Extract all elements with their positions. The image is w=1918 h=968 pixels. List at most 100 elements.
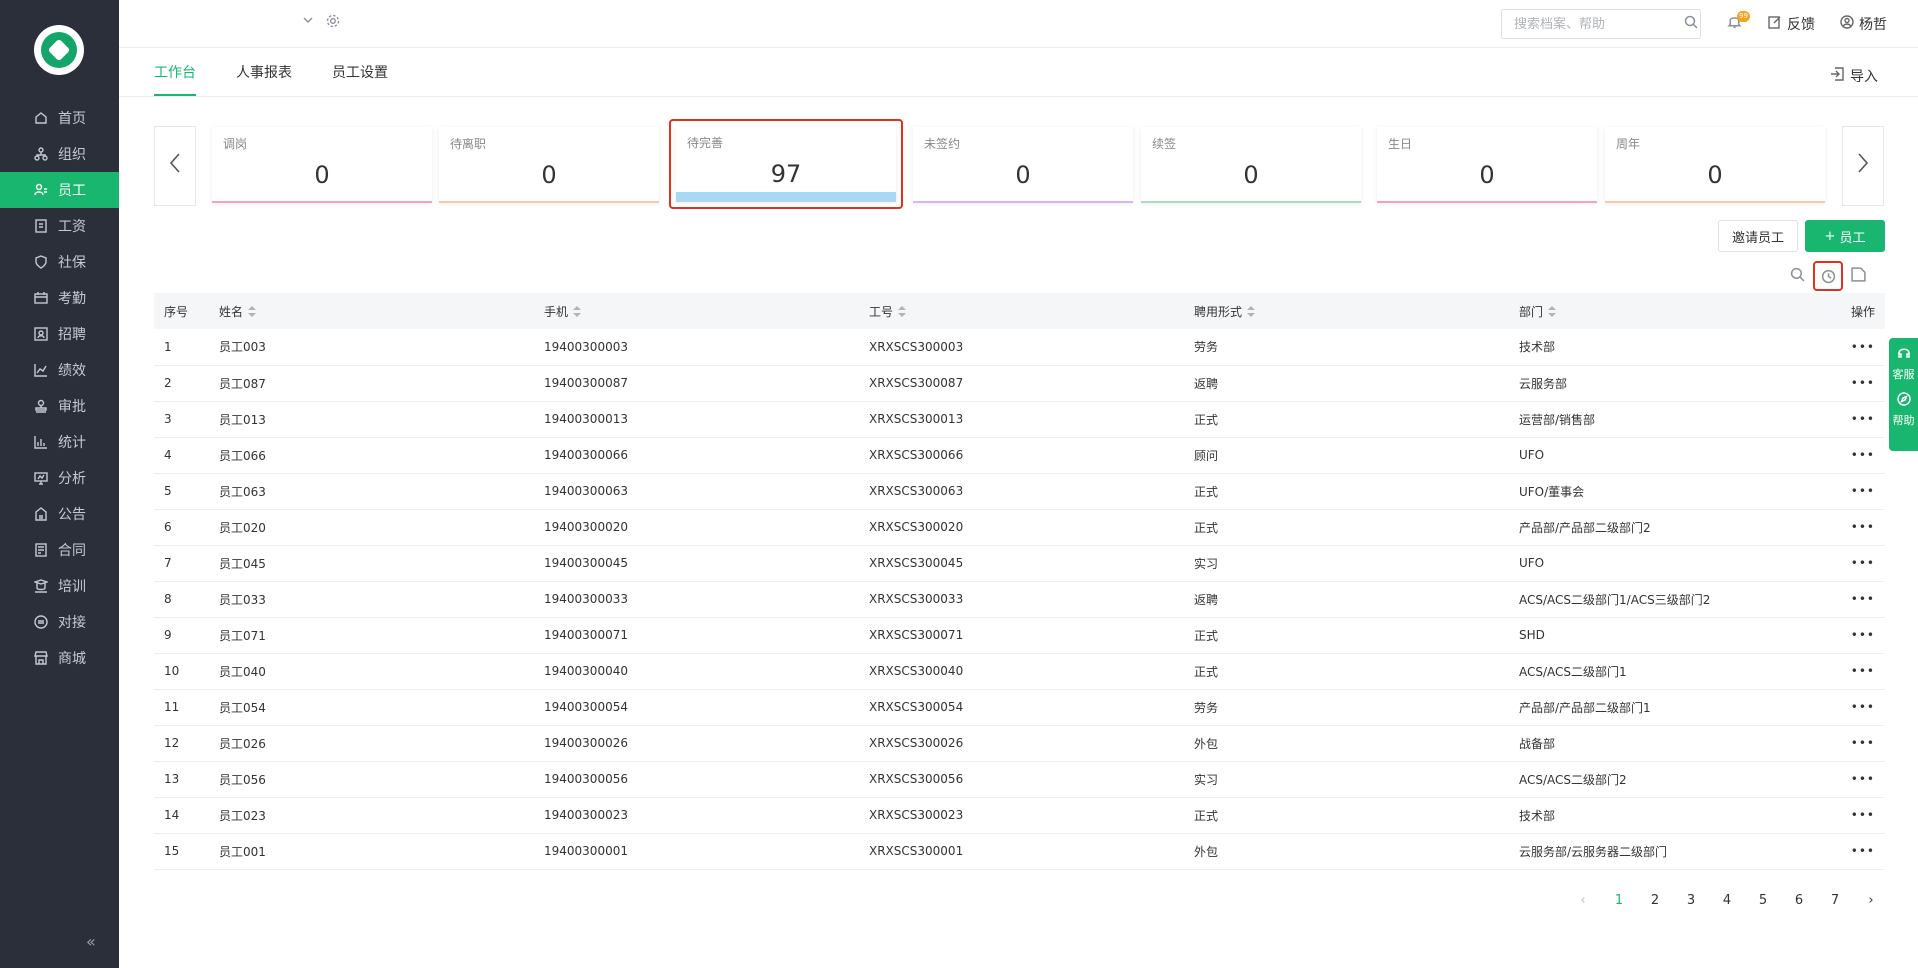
- tab-hr-report[interactable]: 人事报表: [236, 48, 292, 96]
- page-7[interactable]: 7: [1817, 893, 1853, 908]
- prev-page-button[interactable]: ‹: [1565, 893, 1601, 908]
- card-inner: 待完善 97: [676, 126, 896, 202]
- sidebar-item-performance[interactable]: 绩效: [0, 352, 119, 388]
- sidebar-item-integration[interactable]: 对接: [0, 604, 119, 640]
- search-input[interactable]: [1514, 16, 1684, 32]
- company-switcher[interactable]: [302, 14, 340, 32]
- feedback-button[interactable]: 反馈: [1768, 14, 1815, 34]
- row-more-button[interactable]: •••: [1829, 401, 1885, 438]
- sidebar-item-statistics[interactable]: 统计: [0, 424, 119, 460]
- stat-card-incomplete[interactable]: 待完善 97: [669, 119, 903, 209]
- table-row[interactable]: 13 员工056 19400300056 XRXSCS300056 实习 ACS/ACS二…: [154, 761, 1885, 798]
- page-5[interactable]: 5: [1745, 893, 1781, 908]
- col-phone[interactable]: 手机: [534, 293, 859, 329]
- sort-icon[interactable]: [1247, 306, 1256, 318]
- row-more-button[interactable]: •••: [1829, 509, 1885, 546]
- table-row[interactable]: 3 员工013 19400300013 XRXSCS300013 正式 运营部/销售部 ••…: [154, 401, 1885, 438]
- collapse-sidebar-icon[interactable]: «: [86, 932, 96, 951]
- sidebar-item-employee[interactable]: 员工: [0, 172, 119, 208]
- table-row[interactable]: 14 员工023 19400300023 XRXSCS300023 正式 技术部 •••: [154, 797, 1885, 834]
- page-6[interactable]: 6: [1781, 893, 1817, 908]
- table-row[interactable]: 1 员工003 19400300003 XRXSCS300003 劳务 技术部 •••: [154, 329, 1885, 366]
- export-icon[interactable]: [1851, 266, 1866, 286]
- row-more-button[interactable]: •••: [1829, 365, 1885, 402]
- table-row[interactable]: 15 员工001 19400300001 XRXSCS300001 外包 云服务部/云服务…: [154, 833, 1885, 870]
- add-employee-button[interactable]: + 员工: [1805, 220, 1885, 252]
- sidebar-item-contract[interactable]: 合同: [0, 532, 119, 568]
- row-more-button[interactable]: •••: [1829, 581, 1885, 618]
- chevron-down-icon[interactable]: [302, 14, 314, 32]
- sidebar-item-training[interactable]: 培训: [0, 568, 119, 604]
- page-2[interactable]: 2: [1637, 893, 1673, 908]
- tab-workbench[interactable]: 工作台: [154, 48, 196, 96]
- sidebar-item-analysis[interactable]: 分析: [0, 460, 119, 496]
- page-4[interactable]: 4: [1709, 893, 1745, 908]
- table-row[interactable]: 5 员工063 19400300063 XRXSCS300063 正式 UFO/董事会 ••…: [154, 473, 1885, 510]
- col-name[interactable]: 姓名: [209, 293, 534, 329]
- row-more-button[interactable]: •••: [1829, 653, 1885, 690]
- stat-card-anniversary[interactable]: 周年 0: [1605, 127, 1825, 203]
- cell-phone: 19400300023: [534, 797, 859, 834]
- sidebar-item-notice[interactable]: 公告: [0, 496, 119, 532]
- table-row[interactable]: 6 员工020 19400300020 XRXSCS300020 正式 产品部/产品部二级…: [154, 509, 1885, 546]
- cards-prev-button[interactable]: [154, 126, 196, 206]
- table-row[interactable]: 2 员工087 19400300087 XRXSCS300087 返聘 云服务部 •••: [154, 365, 1885, 402]
- sidebar-item-org[interactable]: 组织: [0, 136, 119, 172]
- next-page-button[interactable]: ›: [1853, 893, 1889, 908]
- search-box[interactable]: [1501, 9, 1701, 39]
- row-more-button[interactable]: •••: [1829, 617, 1885, 654]
- sidebar-item-social[interactable]: 社保: [0, 244, 119, 280]
- sidebar-item-salary[interactable]: 工资: [0, 208, 119, 244]
- sort-icon[interactable]: [898, 306, 907, 318]
- row-more-button[interactable]: •••: [1829, 689, 1885, 726]
- sort-icon[interactable]: [248, 306, 257, 318]
- gear-icon[interactable]: [326, 14, 340, 32]
- sort-icon[interactable]: [573, 306, 582, 318]
- col-employee-id[interactable]: 工号: [859, 293, 1184, 329]
- table-row[interactable]: 11 员工054 19400300054 XRXSCS300054 劳务 产品部/产品部二…: [154, 689, 1885, 726]
- row-more-button[interactable]: •••: [1829, 797, 1885, 834]
- stat-card-pending-leave[interactable]: 待离职 0: [439, 127, 659, 203]
- table-row[interactable]: 9 员工071 19400300071 XRXSCS300071 正式 SHD •••: [154, 617, 1885, 654]
- user-menu[interactable]: 杨哲: [1840, 14, 1887, 34]
- col-department[interactable]: 部门: [1509, 293, 1829, 329]
- row-more-button[interactable]: •••: [1829, 761, 1885, 798]
- history-icon[interactable]: [1813, 261, 1843, 291]
- notification-bell[interactable]: 99: [1727, 11, 1750, 33]
- row-more-button[interactable]: •••: [1829, 545, 1885, 582]
- search-icon[interactable]: [1790, 267, 1805, 286]
- cell-employment-type: 劳务: [1184, 329, 1509, 366]
- stat-card-unsigned[interactable]: 未签约 0: [913, 127, 1133, 203]
- table-row[interactable]: 8 员工033 19400300033 XRXSCS300033 返聘 ACS/ACS二级…: [154, 581, 1885, 618]
- table-row[interactable]: 10 员工040 19400300040 XRXSCS300040 正式 ACS/ACS二…: [154, 653, 1885, 690]
- import-button[interactable]: 导入: [1830, 66, 1878, 86]
- row-more-button[interactable]: •••: [1829, 833, 1885, 870]
- row-more-button[interactable]: •••: [1829, 437, 1885, 474]
- stat-card-transfer[interactable]: 调岗 0: [212, 127, 432, 203]
- invite-employee-button[interactable]: 邀请员工: [1718, 220, 1798, 252]
- row-more-button[interactable]: •••: [1829, 473, 1885, 510]
- col-employment-type[interactable]: 聘用形式: [1184, 293, 1509, 329]
- table-row[interactable]: 7 员工045 19400300045 XRXSCS300045 实习 UFO •••: [154, 545, 1885, 582]
- cell-department: 运营部/销售部: [1509, 401, 1829, 438]
- sidebar-item-attendance[interactable]: 考勤: [0, 280, 119, 316]
- row-more-button[interactable]: •••: [1829, 329, 1885, 366]
- sidebar-item-approval[interactable]: 审批: [0, 388, 119, 424]
- sort-icon[interactable]: [1548, 306, 1557, 318]
- logo[interactable]: [34, 25, 84, 75]
- search-icon[interactable]: [1684, 15, 1698, 33]
- row-more-button[interactable]: •••: [1829, 725, 1885, 762]
- cards-next-button[interactable]: [1842, 126, 1884, 206]
- sidebar-item-store[interactable]: 商城: [0, 640, 119, 676]
- page-3[interactable]: 3: [1673, 893, 1709, 908]
- sidebar-item-recruit[interactable]: 招聘: [0, 316, 119, 352]
- customer-service-button[interactable]: 客服: [1893, 346, 1915, 382]
- table-row[interactable]: 12 员工026 19400300026 XRXSCS300026 外包 战备部 •••: [154, 725, 1885, 762]
- sidebar-item-home[interactable]: 首页: [0, 100, 119, 136]
- stat-card-birthday[interactable]: 生日 0: [1377, 127, 1597, 203]
- page-1[interactable]: 1: [1601, 893, 1637, 908]
- tab-employee-settings[interactable]: 员工设置: [332, 48, 388, 96]
- stat-card-renewal[interactable]: 续签 0: [1141, 127, 1361, 203]
- help-button[interactable]: 帮助: [1893, 392, 1915, 428]
- table-row[interactable]: 4 员工066 19400300066 XRXSCS300066 顾问 UFO •••: [154, 437, 1885, 474]
